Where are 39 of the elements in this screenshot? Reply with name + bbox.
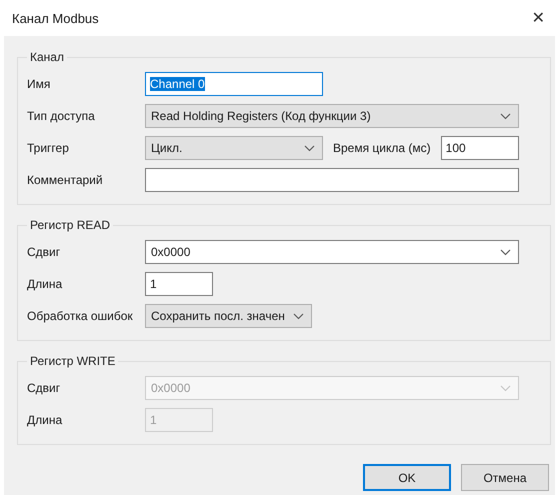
chevron-down-icon <box>500 384 511 392</box>
field-label: Время цикла (мс) <box>333 141 431 155</box>
field-label: Обработка ошибок <box>27 309 134 323</box>
ok-button[interactable]: OK <box>363 464 451 491</box>
field-value: 1 <box>150 413 157 427</box>
field-label: Триггер <box>27 141 70 155</box>
field-label: Длина <box>27 413 64 427</box>
field-label: Тип доступа <box>27 109 96 123</box>
field-value: Channel 0 <box>150 77 205 91</box>
chevron-down-icon <box>500 112 511 120</box>
text-field[interactable] <box>145 168 519 192</box>
text-field[interactable]: 1 <box>145 272 213 296</box>
chevron-down-icon <box>500 248 511 256</box>
field-label: Сдвиг <box>27 381 62 395</box>
field-label: Длина <box>27 277 64 291</box>
dropdown[interactable]: Read Holding Registers (Код функции 3) <box>145 104 519 128</box>
dropdown-value: 0x0000 <box>151 381 190 395</box>
field-label: Комментарий <box>27 173 104 187</box>
group-title: Канал <box>29 50 65 64</box>
dropdown[interactable]: Сохранить посл. значен <box>145 304 312 328</box>
window-title: Канал Modbus <box>12 10 99 26</box>
cancel-button[interactable]: Отмена <box>461 464 549 491</box>
field-value: 100 <box>446 141 466 155</box>
dropdown[interactable]: Цикл. <box>145 136 323 160</box>
field-label: Сдвиг <box>27 245 62 259</box>
field-value: 1 <box>150 277 157 291</box>
dropdown-value: Сохранить посл. значен <box>151 309 285 323</box>
chevron-down-icon <box>292 312 304 320</box>
field-label: Имя <box>27 77 52 91</box>
chevron-down-icon <box>304 144 315 152</box>
dropdown-value: Read Holding Registers (Код функции 3) <box>151 109 371 123</box>
group-title: Регистр READ <box>29 218 112 232</box>
text-field[interactable]: Channel 0 <box>145 72 323 96</box>
dropdown-value: Цикл. <box>151 141 182 155</box>
dropdown-value: 0x0000 <box>151 245 190 259</box>
close-button[interactable]: ✕ <box>528 8 549 28</box>
dropdown[interactable]: 0x0000 <box>145 240 519 264</box>
text-field[interactable]: 100 <box>440 136 519 160</box>
group-title: Регистр WRITE <box>29 354 116 368</box>
